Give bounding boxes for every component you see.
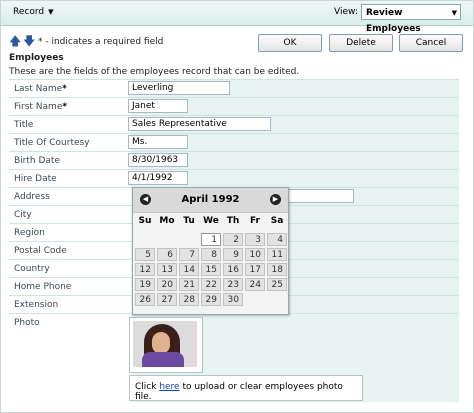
calendar-day[interactable]: 15 bbox=[201, 263, 221, 276]
field-label: Region bbox=[14, 228, 45, 238]
field-label: Hire Date bbox=[14, 174, 57, 184]
field-row-title-of-courtesy: Title Of Courtesy bbox=[9, 133, 459, 152]
calendar-day[interactable]: 2 bbox=[223, 233, 243, 246]
field-label: Extension bbox=[14, 300, 59, 310]
view-select-value: Review Employees bbox=[366, 8, 421, 34]
photo-upload-box: Click here to upload or clear employees … bbox=[129, 375, 363, 402]
field-row-first-name: First Name* bbox=[9, 97, 459, 116]
title-input[interactable]: Sales Representative bbox=[128, 117, 271, 131]
arrow-up-icon[interactable]: 🡅 bbox=[9, 35, 21, 47]
date-picker-calendar: ◀ April 1992 ▶ Su Mo Tu We Th Fr Sa 1 2 3 4 5 6 7 8 9 10… bbox=[132, 187, 289, 315]
chevron-right-icon[interactable]: ▶ bbox=[270, 194, 281, 205]
calendar-day[interactable]: 28 bbox=[179, 293, 199, 306]
calendar-day[interactable]: 24 bbox=[245, 278, 265, 291]
calendar-month-title: April 1992 bbox=[181, 194, 240, 205]
field-label: Title Of Courtesy bbox=[14, 138, 90, 148]
cancel-button[interactable]: Cancel bbox=[399, 34, 463, 52]
caret-down-icon: ▼ bbox=[451, 9, 457, 17]
calendar-header: ◀ April 1992 ▶ bbox=[133, 188, 288, 213]
calendar-day[interactable]: 8 bbox=[201, 248, 221, 261]
calendar-day[interactable]: 22 bbox=[201, 278, 221, 291]
employee-photo bbox=[129, 317, 203, 373]
first-name-input[interactable]: Janet bbox=[128, 99, 188, 113]
calendar-day[interactable]: 9 bbox=[223, 248, 243, 261]
birth-date-input[interactable]: 8/30/1963 bbox=[128, 153, 188, 167]
calendar-day[interactable]: 21 bbox=[179, 278, 199, 291]
record-menu[interactable]: Record ▼ bbox=[13, 7, 54, 17]
calendar-day[interactable]: 25 bbox=[267, 278, 287, 291]
calendar-day[interactable]: 13 bbox=[157, 263, 177, 276]
arrow-down-icon[interactable]: 🡇 bbox=[23, 35, 35, 47]
calendar-day[interactable]: 1 bbox=[201, 233, 221, 246]
calendar-weekday: Tu bbox=[183, 216, 195, 226]
calendar-day[interactable]: 11 bbox=[267, 248, 287, 261]
field-label: First Name* bbox=[14, 102, 68, 112]
required-note: * - indicates a required field bbox=[38, 37, 164, 47]
calendar-day[interactable]: 7 bbox=[179, 248, 199, 261]
section-description: These are the fields of the employees re… bbox=[9, 67, 300, 77]
calendar-weekday: Mo bbox=[159, 216, 175, 226]
action-bar: Record ▼ View: Review Employees ▼ bbox=[1, 1, 473, 34]
field-label: Title bbox=[14, 120, 34, 130]
calendar-day[interactable]: 14 bbox=[179, 263, 199, 276]
ok-button[interactable]: OK bbox=[258, 34, 322, 52]
last-name-input[interactable]: Leverling bbox=[128, 81, 230, 95]
calendar-day[interactable]: 23 bbox=[223, 278, 243, 291]
field-label: Birth Date bbox=[14, 156, 60, 166]
calendar-day[interactable]: 4 bbox=[267, 233, 287, 246]
calendar-day[interactable]: 30 bbox=[223, 293, 243, 306]
calendar-weekday: Sa bbox=[270, 216, 284, 226]
field-row-last-name: Last Name* bbox=[9, 79, 459, 98]
calendar-day[interactable]: 6 bbox=[157, 248, 177, 261]
field-label: City bbox=[14, 210, 32, 220]
field-label: Last Name* bbox=[14, 84, 67, 94]
section-title: Employees bbox=[9, 53, 64, 63]
field-row-birth-date: Birth Date bbox=[9, 151, 459, 170]
caret-down-icon: ▼ bbox=[48, 8, 54, 16]
delete-button[interactable]: Delete bbox=[329, 34, 393, 52]
calendar-day[interactable]: 10 bbox=[245, 248, 265, 261]
field-label: Photo bbox=[14, 318, 40, 328]
calendar-weekday: We bbox=[203, 216, 219, 226]
hire-date-input[interactable]: 4/1/1992 bbox=[128, 171, 188, 185]
field-label: Home Phone bbox=[14, 282, 72, 292]
field-label: Address bbox=[14, 192, 50, 202]
calendar-day[interactable]: 3 bbox=[245, 233, 265, 246]
calendar-day[interactable]: 26 bbox=[135, 293, 155, 306]
view-select[interactable]: Review Employees ▼ bbox=[361, 4, 461, 34]
calendar-day[interactable]: 5 bbox=[135, 248, 155, 261]
view-label: View: bbox=[334, 7, 358, 17]
upload-photo-link[interactable]: here bbox=[159, 382, 179, 392]
calendar-weekday: Th bbox=[226, 216, 240, 226]
address-input[interactable] bbox=[288, 189, 354, 203]
calendar-day[interactable]: 18 bbox=[267, 263, 287, 276]
photo-upload-note: Click here to upload or clear employees … bbox=[135, 382, 343, 402]
field-label: Postal Code bbox=[14, 246, 67, 256]
calendar-weekday: Fr bbox=[249, 216, 260, 226]
calendar-weekday: Su bbox=[138, 216, 152, 226]
field-row-hire-date: Hire Date bbox=[9, 169, 459, 188]
calendar-day[interactable]: 16 bbox=[223, 263, 243, 276]
calendar-day[interactable]: 27 bbox=[157, 293, 177, 306]
calendar-day[interactable]: 20 bbox=[157, 278, 177, 291]
title-of-courtesy-input[interactable]: Ms. bbox=[128, 135, 188, 149]
calendar-day[interactable]: 19 bbox=[135, 278, 155, 291]
calendar-day[interactable]: 12 bbox=[135, 263, 155, 276]
field-label: Country bbox=[14, 264, 50, 274]
record-menu-label: Record bbox=[13, 7, 45, 17]
calendar-day[interactable]: 17 bbox=[245, 263, 265, 276]
calendar-day[interactable]: 29 bbox=[201, 293, 221, 306]
employee-form-window: Record ▼ View: Review Employees ▼ 🡅 🡇 * -… bbox=[0, 0, 474, 413]
